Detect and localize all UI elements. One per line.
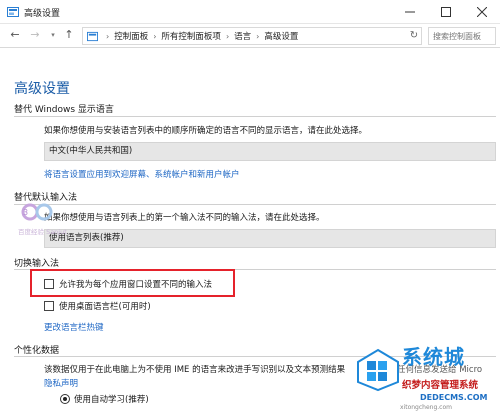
close-button[interactable] bbox=[464, 0, 500, 24]
window-title: 高级设置 bbox=[24, 9, 61, 19]
search-input[interactable] bbox=[428, 27, 496, 45]
xitongcheng-watermark-title: 系统城 bbox=[402, 345, 465, 369]
arrow-right-icon: → bbox=[30, 28, 40, 41]
chevron-right-icon: › bbox=[106, 31, 110, 41]
personalization-description: 该数据仅用于在此电脑上为不使用 IME 的语言来改进手写识别以及文本预测结果 bbox=[44, 363, 345, 375]
section-divider bbox=[14, 204, 496, 205]
breadcrumb-item[interactable]: 所有控制面板项 bbox=[161, 30, 221, 42]
default-input-dropdown[interactable]: 使用语言列表(推荐) bbox=[44, 229, 496, 248]
breadcrumb[interactable]: › 控制面板 › 所有控制面板项 › 语言 › 高级设置 bbox=[82, 27, 422, 45]
maximize-button[interactable] bbox=[428, 0, 464, 24]
up-button[interactable]: ↑ bbox=[62, 28, 76, 42]
section-divider bbox=[14, 116, 496, 117]
change-language-bar-hotkeys-link[interactable]: 更改语言栏热键 bbox=[44, 321, 104, 333]
default-input-description: 如果你想使用与语言列表上的第一个输入法不同的输入法，请在此处选择。 bbox=[44, 213, 325, 223]
chevron-right-icon: › bbox=[225, 31, 230, 41]
privacy-statement-link[interactable]: 隐私声明 bbox=[44, 377, 78, 389]
auto-learning-radio-row[interactable]: 使用自动学习(推荐) bbox=[60, 393, 149, 405]
chevron-right-icon: › bbox=[256, 31, 260, 41]
arrow-up-icon: ↑ bbox=[64, 28, 74, 41]
recent-locations-button[interactable]: ▾ bbox=[46, 28, 60, 42]
breadcrumb-item[interactable]: 高级设置 bbox=[264, 30, 298, 42]
highlight-box bbox=[30, 269, 235, 297]
auto-learning-label: 使用自动学习(推荐) bbox=[74, 395, 149, 405]
refresh-icon: ↻ bbox=[409, 30, 419, 41]
desktop-language-bar-label: 使用桌面语言栏(可用时) bbox=[59, 302, 151, 312]
title-bar: 高级设置 bbox=[0, 0, 500, 24]
xitongcheng-watermark-url: xitongcheng.com bbox=[400, 404, 452, 411]
refresh-button[interactable]: ↻ bbox=[406, 27, 422, 45]
auto-learning-radio[interactable] bbox=[60, 394, 70, 404]
chevron-down-icon: ▾ bbox=[51, 31, 55, 39]
address-bar: ← → ▾ ↑ › 控制面板 › 所有控制面板项 › 语言 › 高级设置 ↻ bbox=[0, 24, 500, 48]
control-panel-icon bbox=[87, 31, 98, 41]
display-language-description: 如果你想使用与安装语言列表中的顺序所确定的语言不同的显示语言，请在此处选择。 bbox=[44, 126, 368, 136]
chevron-right-icon: › bbox=[153, 31, 157, 41]
forward-button[interactable]: → bbox=[28, 28, 42, 42]
personalization-description-text: 该数据仅用于在此电脑上为不使用 IME 的语言来改进手写识别以及文本预测结果 bbox=[44, 365, 346, 375]
section-heading-personalization: 个性化数据 bbox=[14, 346, 60, 356]
minimize-icon bbox=[405, 11, 415, 13]
baidu-experience-watermark-text: 百度经验 Sanjut bbox=[18, 228, 67, 236]
section-heading-switch-input: 切换输入法 bbox=[14, 259, 60, 269]
dedecms-watermark-url: DEDECMS.COM bbox=[420, 393, 488, 402]
close-icon bbox=[477, 7, 487, 17]
svg-text:3: 3 bbox=[23, 208, 28, 217]
breadcrumb-item[interactable]: 控制面板 bbox=[114, 30, 148, 42]
dedecms-watermark-subtitle: 织梦内容管理系统 bbox=[402, 380, 479, 391]
section-heading-display-language: 替代 Windows 显示语言 bbox=[14, 105, 114, 115]
apply-language-settings-link[interactable]: 将语言设置应用到欢迎屏幕、系统帐户和新用户帐户 bbox=[44, 168, 240, 180]
minimize-button[interactable] bbox=[392, 0, 428, 24]
breadcrumb-item[interactable]: 语言 bbox=[234, 30, 251, 42]
maximize-icon bbox=[441, 7, 451, 17]
page-title: 高级设置 bbox=[14, 81, 70, 97]
xitongcheng-logo-icon bbox=[357, 348, 399, 392]
arrow-left-icon: ← bbox=[10, 28, 20, 41]
back-button[interactable]: ← bbox=[8, 28, 22, 42]
display-language-dropdown[interactable]: 中文(中华人民共和国) bbox=[44, 142, 496, 161]
desktop-language-bar-checkbox[interactable] bbox=[44, 301, 54, 311]
control-panel-icon bbox=[7, 7, 19, 17]
desktop-language-bar-checkbox-row[interactable]: 使用桌面语言栏(可用时) bbox=[44, 300, 151, 312]
radio-dot bbox=[63, 397, 67, 401]
